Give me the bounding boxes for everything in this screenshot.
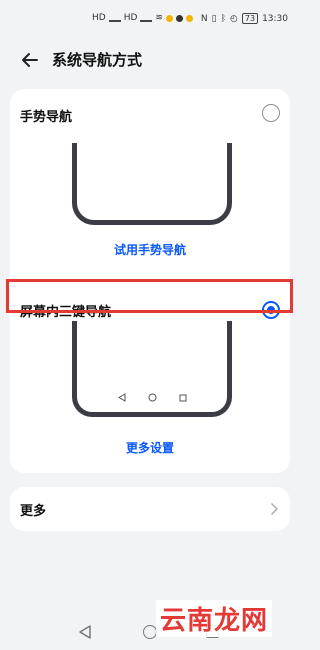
signal-icon (140, 14, 153, 22)
status-bar: HD HD ≋ N ▯ ᛒ ◴ 73 13:30 (0, 0, 300, 40)
back-triangle-icon[interactable] (78, 624, 92, 640)
vibrate-icon: ▯ (211, 13, 217, 24)
sim2-hd-label: HD (123, 13, 138, 23)
header: 系统导航方式 (0, 40, 300, 80)
home-circle-icon[interactable] (143, 625, 157, 639)
status-icons-left: HD HD ≋ (92, 13, 193, 23)
wifi-icon: ≋ (155, 13, 163, 23)
sim1-hd-label: HD (92, 13, 106, 23)
more-settings-link[interactable]: 更多设置 (10, 439, 290, 456)
app-notification-icon (185, 14, 193, 22)
phone-nav-keys (77, 393, 227, 402)
home-circle-icon (148, 393, 156, 402)
notification-icon (165, 14, 173, 22)
nfc-icon: N (200, 13, 208, 24)
gesture-navigation-label[interactable]: 手势导航 (20, 106, 72, 125)
arrow-left-icon[interactable] (18, 48, 42, 72)
selection-highlight-box (6, 279, 293, 313)
gesture-navigation-radio[interactable] (262, 104, 280, 122)
chevron-right-icon (271, 503, 278, 515)
message-icon (175, 14, 183, 22)
bluetooth-icon: ᛒ (220, 13, 227, 24)
status-icons-right: N ▯ ᛒ ◴ 73 13:30 (201, 13, 288, 24)
recents-square-icon (179, 394, 186, 401)
alarm-icon: ◴ (230, 13, 238, 24)
more-label: 更多 (20, 504, 47, 519)
signal-icon (108, 14, 121, 22)
three-key-phone-illustration (72, 321, 232, 417)
battery-icon: 73 (241, 13, 259, 24)
status-time: 13:30 (262, 13, 288, 24)
more-row[interactable]: 更多 (10, 487, 290, 531)
page-title: 系统导航方式 (52, 51, 143, 69)
watermark-logo: 云南龙网 (155, 600, 272, 637)
gesture-phone-illustration (72, 143, 232, 225)
try-gesture-navigation-link[interactable]: 试用手势导航 (10, 241, 290, 258)
back-triangle-icon (117, 393, 125, 402)
